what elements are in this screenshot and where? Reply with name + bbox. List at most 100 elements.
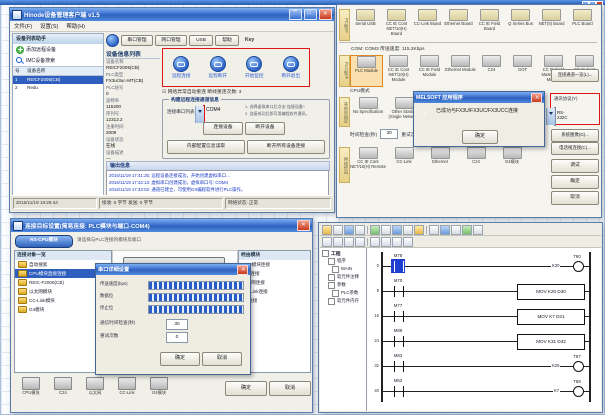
pc-interface-cell[interactable]: Serial USB [350,9,381,39]
pc-interface-cell[interactable]: CC-Link Board [412,9,443,39]
menu-file[interactable]: 文件(F) [10,22,36,30]
coil-symbol[interactable] [573,261,584,272]
stopbits-selector-bar[interactable] [148,305,244,314]
menu-help[interactable]: 帮助(H) [62,22,89,30]
device-manager-titlebar[interactable]: Hinode设备管理客户端 v1.5 [10,8,334,21]
contact-tool-icon[interactable] [322,237,332,247]
timeout-input[interactable]: 30 [380,129,398,139]
usb-button[interactable]: USB [189,35,213,46]
output-log[interactable]: 2016/11/19 17:41:25: 远程设备连接成功，开始创建虚拟串口… … [106,170,329,197]
disconnect-device-button[interactable]: 断开设备 [245,122,285,135]
toolbar-icon[interactable] [473,225,483,235]
coil-symbol[interactable] [573,361,584,372]
device-row[interactable]: 1 REICF2005(CB) [13,76,103,84]
project-item[interactable]: 软元件内存 [320,297,366,305]
instruction-box[interactable]: MOV K7 D31 [517,309,585,325]
retry-count-input[interactable]: 0 [166,332,188,343]
pc-interface-cell[interactable]: CC IE Field Board [474,9,505,39]
plc-interface-cell[interactable]: C24 [476,55,507,85]
hline-tool-icon[interactable] [370,237,380,247]
toolbar-icon[interactable] [429,225,439,235]
dialog-ok-button[interactable]: 确定 [160,352,200,366]
serial-dialog-titlebar[interactable]: 串口详细设置 [96,264,250,275]
instruction-box[interactable]: MOV K31 D32 [517,334,585,350]
minimize-button[interactable] [289,9,302,20]
ok-button[interactable]: 确定 [225,381,267,396]
network-cell[interactable]: Ethernet [422,147,458,181]
toolbar-icon[interactable] [381,225,391,235]
pc-interface-cell[interactable]: CC IE Cont NET/10(H) Board [381,9,412,39]
network-cell[interactable]: CC-Link [386,147,422,181]
menu-settings[interactable]: 设置(S) [36,22,62,30]
check-time-input[interactable]: 30 [166,319,188,330]
toolbar-icon[interactable] [370,225,380,235]
contact-symbol[interactable] [394,386,404,397]
contact-symbol[interactable] [394,361,404,372]
net-manage-button[interactable]: 网口管理 [155,35,187,46]
pc-interface-cell[interactable]: NET(II) Board [536,9,567,39]
contact-closed-tool-icon[interactable] [333,237,343,247]
cancel-button[interactable]: 取消 [551,191,599,205]
melsoft-ok-button[interactable]: 确定 [462,130,498,144]
rs-cpu-tab[interactable]: RS-CPU模块 [15,235,73,248]
toolbar-icon[interactable] [392,225,402,235]
connection-titlebar[interactable]: 连接目标设置(简易连接: PLC模块与端口-COM4) [11,219,312,232]
device-row[interactable]: 2 Redu [13,84,103,92]
tree-expand-icon[interactable] [328,282,335,289]
contact-symbol[interactable] [394,261,404,272]
project-item[interactable]: 参数 [320,281,366,289]
tree-expand-icon[interactable] [328,298,335,305]
tree-expand-icon[interactable] [322,250,329,257]
project-item[interactable]: PLC参数 [320,289,366,297]
start-monitor-button[interactable]: 开始监控 [245,56,263,79]
tel-line-button[interactable]: 电话线连接(C)... [551,142,599,155]
ladder-canvas[interactable]: 0 M78 T80 K30 8 M70 MOV K20 D30 16 M77 M… [367,248,601,411]
chevron-down-icon[interactable] [554,108,555,125]
dialog-cancel-button[interactable]: 取消 [202,352,242,366]
add-device-button[interactable]: 添加远程设备 [13,44,103,55]
network-cell[interactable]: C24 [458,147,494,181]
pc-interface-cell[interactable]: Ethernet Board [443,9,474,39]
vline-tool-icon[interactable] [381,237,391,247]
serial-manage-button[interactable]: 串口管理 [121,35,153,46]
tree-expand-icon[interactable] [332,290,339,297]
close-all-button[interactable]: 断开所有设备连接 [247,140,325,154]
contact-symbol[interactable] [394,336,404,347]
close-button[interactable] [297,220,310,231]
tree-expand-icon[interactable] [328,274,335,281]
coil-symbol[interactable] [573,386,584,397]
remote-connect-button[interactable]: 远程连接 [172,56,190,79]
plc-interface-cell[interactable]: CC IE Field Module [414,55,445,85]
channel-list-button[interactable]: 连接通道一览(L)... [551,69,599,82]
network-cell[interactable]: CC IE Cont NET/10(H) Remote [350,147,386,181]
device-type-cell[interactable]: CPU模块 [17,377,45,403]
system-image-button[interactable]: 系统图像(G)... [551,129,599,142]
contact-symbol[interactable] [394,286,404,297]
pc-interface-cell[interactable]: PLC Board [567,9,598,39]
toolbar-icon[interactable] [322,225,332,235]
remote-disconnect-button[interactable]: 远程断开 [209,56,227,79]
toolbar-icon[interactable] [355,225,365,235]
toolbar-icon[interactable] [440,225,450,235]
ok-button[interactable]: 确定 [551,175,599,189]
debug-button[interactable]: 调试 [551,159,599,173]
protocol-combobox[interactable]: RS-232C [554,107,556,126]
project-item[interactable]: MAIN [320,265,366,273]
instruction-box[interactable]: MOV K20 D30 [517,284,585,300]
device-type-cell[interactable]: C24 [49,377,77,403]
melsoft-dialog-titlebar[interactable]: MELSOFT 应用程序 [414,92,544,103]
plc-interface-cell[interactable]: CC IE Cont NET/10(H) Module [383,55,414,85]
tree-expand-icon[interactable] [328,258,335,265]
device-type-cell[interactable]: G4模块 [145,377,173,403]
databits-selector-bar[interactable] [148,293,244,302]
close-button[interactable] [319,9,332,20]
disconnect-exit-button[interactable]: 断开退出 [282,56,300,79]
coil-tool-icon[interactable] [344,237,354,247]
toolbar-icon[interactable] [462,225,472,235]
toolbar-icon[interactable] [333,225,343,235]
help-button[interactable]: 帮助 [215,35,239,46]
project-root[interactable]: 工程 [320,248,366,257]
plc-interface-cell[interactable]: GOT [507,55,538,85]
read-config-button[interactable]: 内部配置信息读取 [167,140,245,154]
auto-reconnect-option[interactable]: ☑ 网络异常自动重连 断线重连次数: 3 [162,88,241,95]
